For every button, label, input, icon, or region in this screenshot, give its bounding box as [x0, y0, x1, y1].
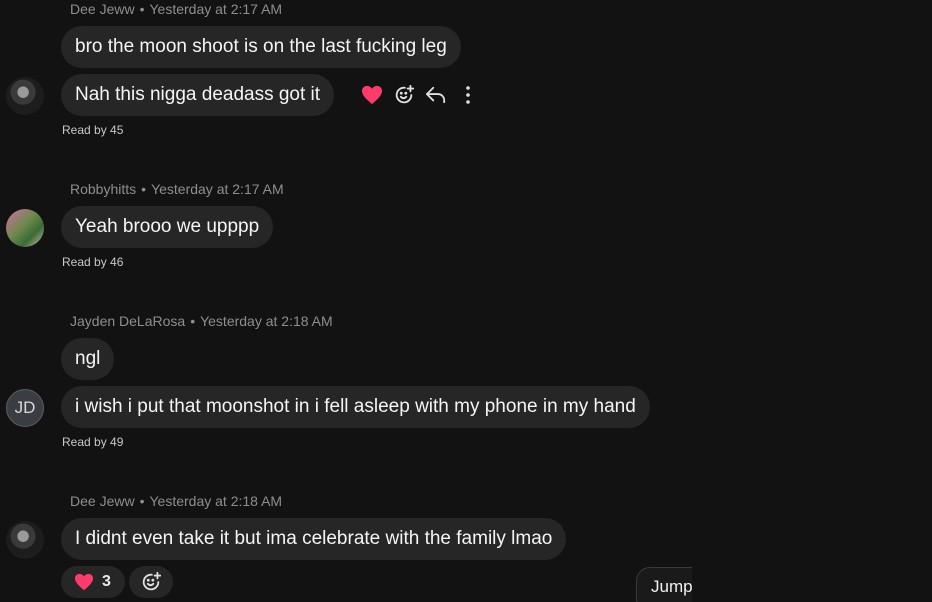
message-time: Yesterday at 2:18 AM — [149, 493, 283, 509]
avatar[interactable]: JD — [6, 389, 44, 427]
message-meta: Dee Jeww • Yesterday at 2:18 AM — [70, 493, 282, 509]
heart-icon — [75, 573, 93, 591]
avatar[interactable] — [6, 521, 44, 559]
message-hover-actions — [360, 83, 488, 107]
right-pane — [692, 0, 932, 602]
reply-icon — [425, 86, 446, 104]
message-meta: Robbyhitts • Yesterday at 2:17 AM — [70, 181, 284, 197]
add-reaction-icon — [142, 571, 162, 591]
message-time: Yesterday at 2:17 AM — [151, 181, 284, 197]
separator-dot: • — [190, 313, 196, 329]
sender-name: Robbyhitts — [70, 181, 137, 197]
avatar[interactable] — [6, 209, 44, 247]
add-reaction-icon — [395, 84, 415, 104]
message-time: Yesterday at 2:18 AM — [200, 313, 333, 329]
separator-dot: • — [141, 181, 147, 197]
add-reaction-button[interactable] — [129, 566, 173, 598]
separator-dot: • — [139, 1, 145, 17]
message-time: Yesterday at 2:17 AM — [149, 1, 283, 17]
message-meta: Jayden DeLaRosa • Yesterday at 2:18 AM — [70, 313, 333, 329]
read-receipt: Read by 49 — [62, 435, 124, 449]
separator-dot: • — [139, 493, 145, 509]
reaction-pill[interactable]: 3 — [61, 566, 125, 598]
message-meta: Dee Jeww • Yesterday at 2:17 AM — [70, 1, 282, 17]
sender-name: Jayden DeLaRosa — [70, 313, 186, 329]
avatar[interactable] — [6, 77, 44, 115]
more-icon — [466, 86, 470, 104]
message-bubble[interactable]: i wish i put that moonshot in i fell asl… — [61, 386, 650, 428]
message-bubble[interactable]: ngl — [61, 338, 115, 380]
more-options-button[interactable] — [456, 83, 480, 107]
message-bubble[interactable]: Nah this nigga deadass got it — [61, 74, 335, 116]
message-bubble[interactable]: bro the moon shoot is on the last fuckin… — [61, 26, 461, 68]
heart-icon — [362, 85, 382, 105]
chat-thread: Dee Jeww • Yesterday at 2:17 AM bro the mo… — [0, 0, 932, 602]
read-receipt: Read by 45 — [62, 123, 124, 137]
heart-react-button[interactable] — [360, 83, 384, 107]
sender-name: Dee Jeww — [70, 1, 135, 17]
read-receipt: Read by 46 — [62, 255, 124, 269]
reaction-count: 3 — [102, 573, 111, 590]
add-reaction-button[interactable] — [392, 83, 416, 107]
sender-name: Dee Jeww — [70, 493, 135, 509]
message-bubble[interactable]: I didnt even take it but ima celebrate w… — [61, 518, 567, 560]
message-bubble[interactable]: Yeah brooo we upppp — [61, 206, 274, 248]
reply-button[interactable] — [424, 83, 448, 107]
